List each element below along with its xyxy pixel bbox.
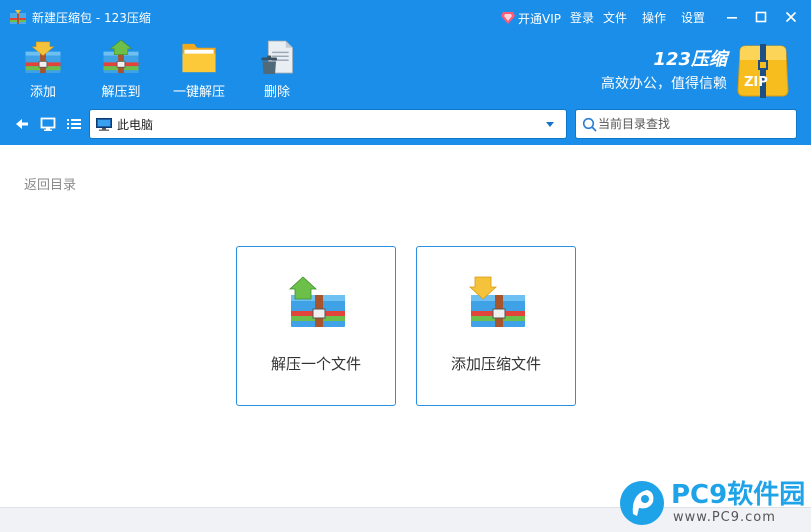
maximize-icon[interactable] xyxy=(753,9,769,25)
delete-file-icon xyxy=(261,40,293,75)
app-icon xyxy=(10,10,26,24)
search-icon xyxy=(582,117,597,132)
folder-icon xyxy=(182,43,216,73)
one-click-extract-label: 一键解压 xyxy=(172,85,225,100)
extract-archive-icon xyxy=(288,276,345,327)
watermark-url: www.PC9.com xyxy=(673,510,776,525)
add-archive-card[interactable]: 添加压缩文件 xyxy=(416,246,576,406)
menu-file[interactable]: 文件 xyxy=(603,10,627,26)
one-click-extract-button[interactable]: 一键解压 xyxy=(170,40,228,100)
titlebar: 新建压缩包 - 123压缩 开通VIP 登录 文件 操作 设置 xyxy=(0,0,811,34)
watermark-name: PC9软件园 xyxy=(671,480,806,510)
brand-block: 123压缩 高效办公，值得信赖 xyxy=(601,50,727,94)
computer-icon[interactable] xyxy=(40,116,56,132)
back-arrow-icon[interactable] xyxy=(14,116,30,132)
dropdown-arrow-icon[interactable] xyxy=(546,122,554,127)
vip-link[interactable]: 开通VIP xyxy=(501,9,561,27)
add-archive-label: 添加压缩文件 xyxy=(450,355,541,373)
brand-slogan: 高效办公，值得信赖 xyxy=(601,76,727,92)
diamond-icon xyxy=(501,12,515,24)
minimize-icon[interactable] xyxy=(724,9,740,25)
extract-to-button[interactable]: 解压到 xyxy=(100,40,142,100)
list-view-icon[interactable] xyxy=(66,116,82,132)
app-header: 新建压缩包 - 123压缩 开通VIP 登录 文件 操作 设置 添加 解压到 一… xyxy=(0,0,811,145)
menu-operate[interactable]: 操作 xyxy=(642,10,666,26)
logo-text: ZIP xyxy=(744,75,768,90)
watermark-logo-icon xyxy=(620,481,664,525)
this-pc-icon xyxy=(96,118,112,131)
delete-label: 删除 xyxy=(263,85,290,100)
vip-label: 开通VIP xyxy=(518,11,561,26)
extract-file-label: 解压一个文件 xyxy=(270,355,361,373)
add-button[interactable]: 添加 xyxy=(22,40,64,100)
search-box[interactable] xyxy=(575,109,797,139)
menu-settings[interactable]: 设置 xyxy=(681,10,705,26)
delete-button[interactable]: 删除 xyxy=(256,40,298,100)
address-bar[interactable]: 此电脑 xyxy=(89,109,567,139)
menu-login[interactable]: 登录 xyxy=(570,10,594,26)
address-text: 此电脑 xyxy=(117,118,154,132)
extract-archive-icon xyxy=(103,40,139,74)
extract-to-label: 解压到 xyxy=(101,85,141,100)
watermark: PC9软件园 www.PC9.com xyxy=(617,480,807,528)
brand-name: 123压缩 xyxy=(653,49,727,70)
search-input[interactable] xyxy=(598,115,788,133)
back-to-directory-link[interactable]: 返回目录 xyxy=(24,174,76,193)
zip-logo-icon: ZIP xyxy=(737,44,789,98)
add-archive-icon xyxy=(468,276,525,327)
extract-file-card[interactable]: 解压一个文件 xyxy=(236,246,396,406)
window-title: 新建压缩包 - 123压缩 xyxy=(32,11,151,25)
add-archive-icon xyxy=(25,41,61,74)
close-icon[interactable] xyxy=(783,9,799,25)
add-label: 添加 xyxy=(29,85,56,100)
